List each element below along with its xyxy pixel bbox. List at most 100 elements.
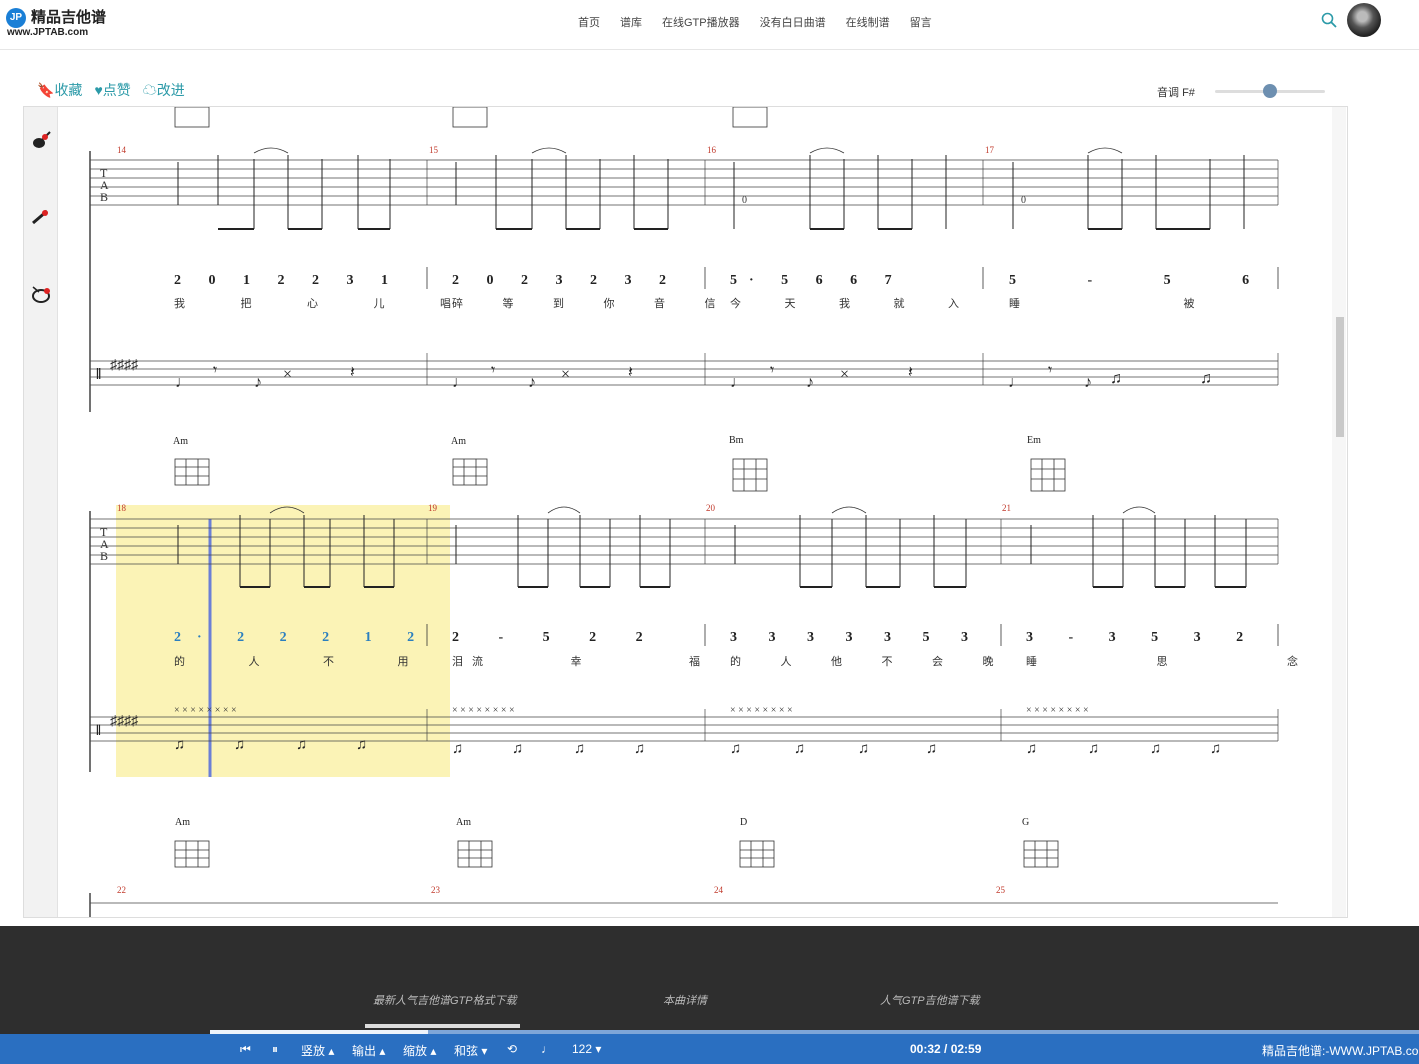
nav-library[interactable]: 谱库 xyxy=(620,14,642,30)
chord-names-2: Am Am Bm Em xyxy=(173,435,1041,447)
svg-text:×: × xyxy=(840,366,849,383)
jianpu-bar: 2 0 1 2 2 3 1 xyxy=(174,273,400,288)
output-button[interactable]: 输出 ▴ xyxy=(352,1042,385,1059)
zoom-label: 缩放 xyxy=(403,1044,428,1058)
score-toolbar: 🔖收藏 ♥点赞 ☁改进 xyxy=(37,80,185,100)
playback-progress-fill xyxy=(210,1030,428,1034)
svg-text:× × × × × × × ×: × × × × × × × × xyxy=(174,705,237,716)
metronome-icon[interactable]: ♩ xyxy=(541,1042,553,1056)
svg-text:× × × × × × × ×: × × × × × × × × xyxy=(730,705,793,716)
svg-text:♫: ♫ xyxy=(858,741,869,757)
svg-text:♫: ♫ xyxy=(1210,741,1221,757)
svg-text:♫: ♫ xyxy=(1026,741,1037,757)
chord-name: Am xyxy=(451,436,466,447)
chord-diagrams-top xyxy=(174,107,768,128)
play-mode-button[interactable]: 竖放 ▴ xyxy=(301,1042,334,1059)
footer-tab-indicator xyxy=(365,1024,520,1028)
flute-icon[interactable] xyxy=(30,205,52,227)
loop-icon[interactable]: ⟲ xyxy=(507,1042,517,1056)
nav-message[interactable]: 留言 xyxy=(910,14,932,30)
svg-text:𝄾: 𝄾 xyxy=(491,362,495,379)
svg-text:♫: ♫ xyxy=(174,737,185,753)
tempo-control[interactable]: 122 ▾ xyxy=(572,1042,601,1056)
footer-link-downloads[interactable]: 最新人气吉他谱GTP格式下载 xyxy=(373,992,517,1008)
scroll-thumb[interactable] xyxy=(1336,317,1344,437)
score-scrollbar[interactable] xyxy=(1332,107,1346,917)
tab-clef-2b: B xyxy=(100,549,108,563)
svg-text:♫: ♫ xyxy=(926,741,937,757)
playback-progress[interactable] xyxy=(210,1030,1419,1034)
chord-diagrams-2 xyxy=(174,458,1066,492)
bar-number: 19 xyxy=(428,503,438,513)
favorite-button[interactable]: 🔖收藏 xyxy=(37,80,82,100)
bar-numbers-3: 22 23 24 25 xyxy=(117,885,1006,895)
jianpu-bar: 2 0 2 3 2 3 2 xyxy=(452,273,678,288)
svg-text:𝄾: 𝄾 xyxy=(213,362,217,379)
improve-button[interactable]: ☁改进 xyxy=(143,80,185,100)
svg-text:× × × × × × × ×: × × × × × × × × xyxy=(1026,705,1089,716)
bar-numbers-1: 14 15 16 17 xyxy=(117,145,995,155)
svg-text:♪: ♪ xyxy=(528,374,536,391)
tone-slider[interactable] xyxy=(1215,84,1325,98)
search-icon[interactable] xyxy=(1321,12,1337,28)
lyric-line: 我 把 心 儿 唱 xyxy=(174,296,477,310)
svg-text:𝄽: 𝄽 xyxy=(908,364,913,381)
chord-diagrams-3 xyxy=(174,840,1059,868)
bookmark-icon: 🔖 xyxy=(37,82,55,98)
avatar[interactable] xyxy=(1347,3,1381,37)
svg-text:‖: ‖ xyxy=(96,723,101,739)
svg-text:𝄽: 𝄽 xyxy=(628,364,633,381)
play-mode-label: 竖放 xyxy=(301,1044,326,1058)
svg-text:♫: ♫ xyxy=(1110,370,1122,387)
svg-text:♩: ♩ xyxy=(452,374,468,391)
nav-song[interactable]: 没有白日曲谱 xyxy=(760,14,826,30)
footer-link-details[interactable]: 本曲详情 xyxy=(663,992,707,1008)
lyric-line: 的 人 他 不 会 晚 xyxy=(730,654,1011,668)
svg-text:♩: ♩ xyxy=(1008,374,1024,391)
chord-name: Am xyxy=(173,436,188,447)
nav-editor[interactable]: 在线制谱 xyxy=(846,14,890,30)
logo-badge: JP xyxy=(6,8,26,28)
tone-slider-knob[interactable] xyxy=(1263,84,1277,98)
instrument-bar xyxy=(24,107,58,917)
skip-back-icon[interactable]: ⏮ xyxy=(240,1042,251,1057)
footer-link-popular[interactable]: 人气GTP吉他谱下载 xyxy=(880,992,980,1008)
svg-text:‖: ‖ xyxy=(96,366,101,383)
jianpu-1: 2 0 1 2 2 3 1 2 0 2 3 2 3 2 5· 5 6 6 7 5… xyxy=(174,273,1283,288)
like-button[interactable]: ♥点赞 xyxy=(94,80,130,100)
jianpu-bar: 3 - 3 5 3 2 xyxy=(1026,630,1259,645)
lyric-line: 睡 被 爱 xyxy=(1009,297,1332,310)
system-row-3: 22 23 24 25 xyxy=(89,885,1278,917)
tempo-value: 122 xyxy=(572,1042,593,1056)
jianpu-2: 2· 2 2 2 1 2 2 - 5 2 2 3 3 3 3 3 5 3 3 -… xyxy=(174,630,1259,645)
logo-name: 精品吉他谱 xyxy=(31,9,107,26)
svg-text:×: × xyxy=(561,366,570,383)
like-label: 点赞 xyxy=(102,82,131,98)
nav-home[interactable]: 首页 xyxy=(578,14,600,30)
svg-text:♫: ♫ xyxy=(234,737,245,753)
lyric-line: 泪 幸 福 xyxy=(452,654,752,668)
bar-number: 16 xyxy=(707,145,717,155)
svg-text:♫: ♫ xyxy=(512,741,523,757)
pause-icon[interactable]: ⏸ xyxy=(272,1042,278,1057)
nav-gtp-player[interactable]: 在线GTP播放器 xyxy=(662,14,740,30)
bar-number: 17 xyxy=(985,145,995,155)
svg-text:♩: ♩ xyxy=(730,374,746,391)
chord-names-3: Am Am D G xyxy=(175,817,1029,828)
site-footer: 最新人气吉他谱GTP格式下载 本曲详情 人气GTP吉他谱下载 xyxy=(0,926,1419,1034)
jianpu-bar: 5 - 5 6 xyxy=(1009,273,1283,288)
guitar-icon[interactable] xyxy=(30,129,52,151)
tone-value: F# xyxy=(1182,87,1195,99)
favorite-label: 收藏 xyxy=(54,82,83,98)
zoom-button[interactable]: 缩放 ▴ xyxy=(403,1042,436,1059)
jianpu-bar: 5· 5 6 6 7 xyxy=(730,273,904,288)
strings-button[interactable]: 和弦 ▾ xyxy=(454,1042,487,1059)
drum-icon[interactable] xyxy=(30,283,52,305)
tone-control: 音调 F# xyxy=(1157,84,1195,100)
svg-text:♫: ♫ xyxy=(452,741,463,757)
logo-url: www.JPTAB.com xyxy=(7,27,89,38)
heart-icon: ♥ xyxy=(94,82,103,98)
score-viewer: T A B 14 15 16 17 0 0 2 0 1 2 2 3 1 2 0 … xyxy=(23,106,1348,918)
lyric-line: 碎 等 到 你 音 信 xyxy=(452,296,733,310)
tab-staff-3 xyxy=(89,893,1278,917)
